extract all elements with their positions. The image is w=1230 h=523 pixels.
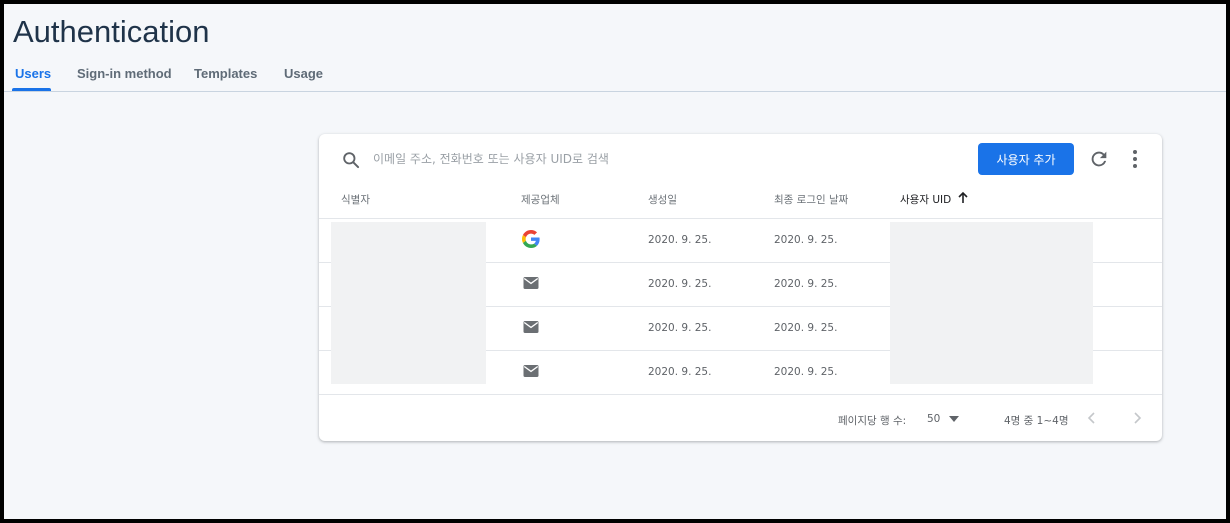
- sort-ascending-icon[interactable]: [956, 191, 970, 205]
- app-frame: Authentication Users Sign-in method Temp…: [4, 4, 1226, 519]
- tab-users[interactable]: Users: [15, 66, 51, 81]
- last-login-date: 2020. 9. 25.: [774, 234, 838, 246]
- column-header-created[interactable]: 생성일: [648, 192, 677, 207]
- created-date: 2020. 9. 25.: [648, 322, 712, 334]
- tab-usage[interactable]: Usage: [284, 66, 323, 81]
- tab-sign-in-method[interactable]: Sign-in method: [77, 66, 172, 81]
- tab-bar: Users Sign-in method Templates Usage: [4, 62, 1226, 92]
- dropdown-arrow-icon[interactable]: [949, 415, 959, 423]
- column-header-user-uid[interactable]: 사용자 UID: [900, 192, 951, 207]
- rows-per-page-label: 페이지당 행 수:: [838, 415, 907, 427]
- last-login-date: 2020. 9. 25.: [774, 278, 838, 290]
- next-page-icon[interactable]: [1130, 410, 1144, 426]
- google-icon: [522, 230, 540, 248]
- tab-templates[interactable]: Templates: [194, 66, 257, 81]
- created-date: 2020. 9. 25.: [648, 234, 712, 246]
- search-input[interactable]: [373, 146, 933, 172]
- add-user-button[interactable]: 사용자 추가: [978, 143, 1074, 175]
- page-title: Authentication: [13, 14, 210, 49]
- rows-per-page-select[interactable]: 50: [927, 413, 940, 425]
- pagination-range: 4명 중 1~4명: [1004, 415, 1069, 427]
- more-vert-icon[interactable]: [1127, 148, 1143, 170]
- active-tab-indicator: [12, 88, 51, 91]
- created-date: 2020. 9. 25.: [648, 366, 712, 378]
- column-header-provider[interactable]: 제공업체: [521, 192, 560, 207]
- email-icon: [523, 365, 539, 377]
- refresh-icon[interactable]: [1088, 148, 1110, 170]
- column-header-identifier[interactable]: 식별자: [341, 192, 370, 207]
- users-table-card: 사용자 추가 식별자 제공업체 생성일 최종 로그인 날짜 사용자 UID: [319, 134, 1162, 441]
- email-icon: [523, 321, 539, 333]
- email-icon: [523, 277, 539, 289]
- search-icon[interactable]: [341, 150, 361, 170]
- redacted-uid-block: [890, 222, 1093, 384]
- redacted-identifier-block: [331, 222, 486, 384]
- column-header-last-login[interactable]: 최종 로그인 날짜: [774, 192, 848, 207]
- divider: [319, 394, 1162, 395]
- last-login-date: 2020. 9. 25.: [774, 366, 838, 378]
- created-date: 2020. 9. 25.: [648, 278, 712, 290]
- previous-page-icon[interactable]: [1085, 410, 1099, 426]
- last-login-date: 2020. 9. 25.: [774, 322, 838, 334]
